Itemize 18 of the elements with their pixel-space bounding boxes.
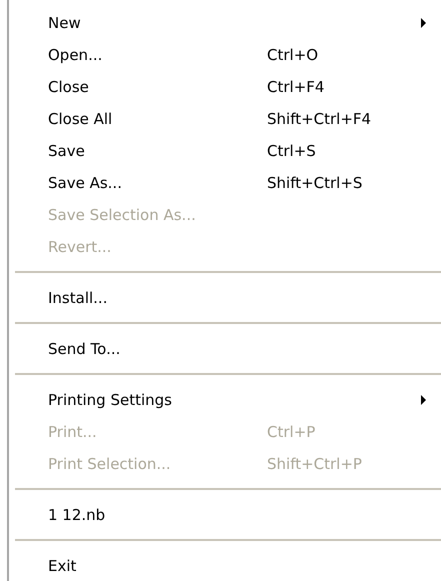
menu-item[interactable]: Open... [48,46,102,64]
shortcut-label: Shift+Ctrl+F4 [267,110,372,128]
menu-item[interactable]: Close [48,78,89,96]
shortcut-label: Ctrl+O [267,46,318,64]
shortcut-label: Ctrl+F4 [267,78,324,96]
menu-item[interactable]: Close All [48,110,112,128]
shortcut-label: Shift+Ctrl+P [267,455,362,473]
menu-item[interactable]: New [48,14,81,32]
menu-item[interactable]: Exit [48,557,76,575]
shortcut-label: Shift+Ctrl+S [267,174,362,192]
menu-item[interactable]: Install... [48,289,108,307]
shortcut-label: Ctrl+S [267,142,316,160]
menu-item[interactable]: Save As... [48,174,122,192]
shortcut-label: Ctrl+P [267,423,316,441]
menu-item[interactable]: Printing Settings [48,391,172,409]
menu-item[interactable]: Send To... [48,340,120,358]
menu-item[interactable]: 1 12.nb [48,506,106,524]
menu-item[interactable]: Save [48,142,85,160]
